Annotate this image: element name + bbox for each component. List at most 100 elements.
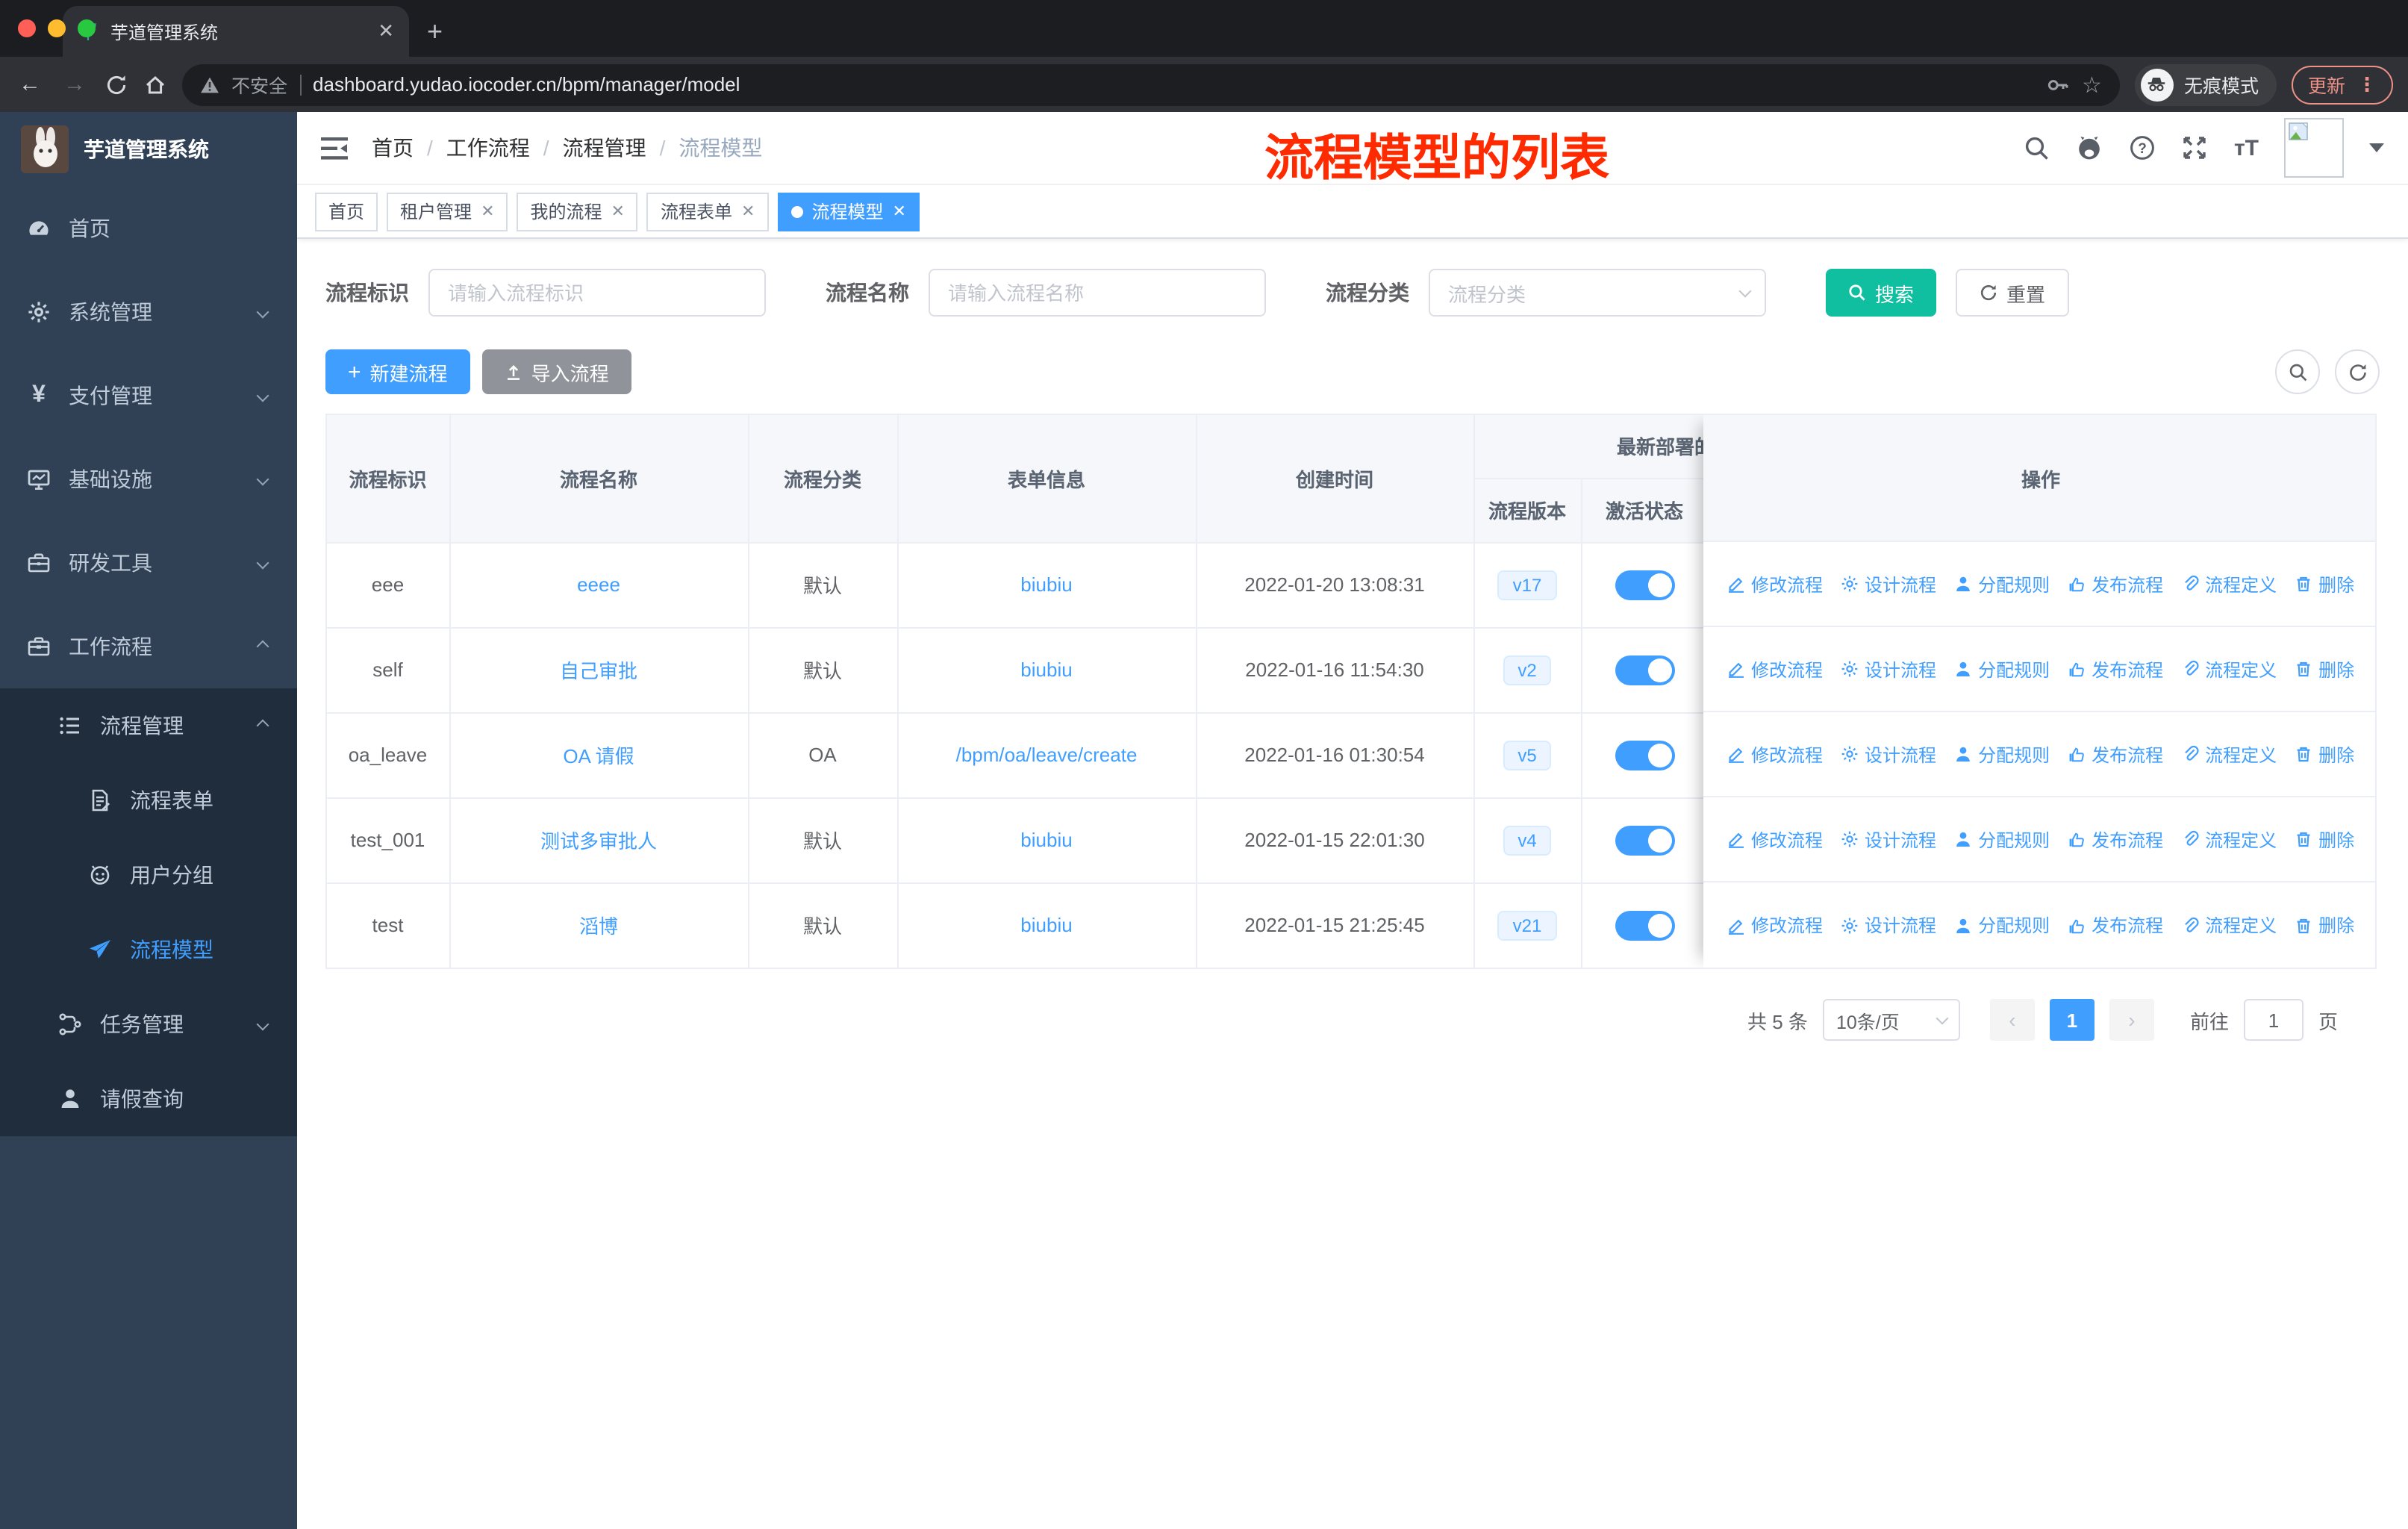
fullscreen-icon[interactable] xyxy=(2182,134,2209,161)
avatar-caret-icon[interactable] xyxy=(2369,143,2384,152)
publish-process-link[interactable]: 发布流程 xyxy=(2068,912,2163,938)
sidebar-item-payment[interactable]: ¥ 支付管理 xyxy=(0,354,297,437)
publish-process-link[interactable]: 发布流程 xyxy=(2068,656,2163,682)
process-definition-link[interactable]: 流程定义 xyxy=(2181,912,2277,938)
tag-home[interactable]: 首页 xyxy=(315,192,378,231)
browser-tab[interactable]: 芋道管理系统 ✕ xyxy=(63,6,409,57)
edit-process-link[interactable]: 修改流程 xyxy=(1727,912,1823,938)
assign-rule-link[interactable]: 分配规则 xyxy=(1954,741,2050,767)
design-process-link[interactable]: 设计流程 xyxy=(1841,571,1936,597)
design-process-link[interactable]: 设计流程 xyxy=(1841,741,1936,767)
sidebar-item-process-model[interactable]: 流程模型 xyxy=(0,912,297,987)
delete-link[interactable]: 删除 xyxy=(2295,741,2354,767)
sidebar-item-process-mgmt[interactable]: 流程管理 xyxy=(0,688,297,763)
minimize-window-button[interactable] xyxy=(48,19,66,37)
sidebar-item-leave-query[interactable]: 请假查询 xyxy=(0,1062,297,1136)
process-definition-link[interactable]: 流程定义 xyxy=(2181,741,2277,767)
sidebar-item-infra[interactable]: 基础设施 xyxy=(0,437,297,521)
publish-process-link[interactable]: 发布流程 xyxy=(2068,741,2163,767)
search-button[interactable]: 搜索 xyxy=(1826,269,1937,317)
window-controls[interactable] xyxy=(18,19,96,37)
sidebar-collapse-icon[interactable] xyxy=(297,112,372,184)
url-bar[interactable]: 不安全 dashboard.yudao.iocoder.cn/bpm/manag… xyxy=(182,63,2120,105)
reload-icon[interactable] xyxy=(105,72,128,96)
form-info-link[interactable]: biubiu xyxy=(897,542,1197,628)
delete-link[interactable]: 删除 xyxy=(2295,826,2354,852)
status-toggle[interactable] xyxy=(1615,570,1674,600)
edit-process-link[interactable]: 修改流程 xyxy=(1727,656,1823,682)
process-name-link[interactable]: 滔博 xyxy=(449,882,749,968)
breadcrumb-process-mgmt[interactable]: 流程管理 xyxy=(563,133,646,163)
warning-icon[interactable] xyxy=(200,75,219,93)
search-icon[interactable] xyxy=(2024,134,2050,161)
process-definition-link[interactable]: 流程定义 xyxy=(2181,826,2277,852)
assign-rule-link[interactable]: 分配规则 xyxy=(1954,656,2050,682)
assign-rule-link[interactable]: 分配规则 xyxy=(1954,826,2050,852)
close-window-button[interactable] xyxy=(18,19,36,37)
close-icon[interactable]: ✕ xyxy=(892,202,905,221)
new-tab-button[interactable]: + xyxy=(427,16,443,48)
edit-process-link[interactable]: 修改流程 xyxy=(1727,571,1823,597)
assign-rule-link[interactable]: 分配规则 xyxy=(1954,571,2050,597)
process-name-link[interactable]: 自己审批 xyxy=(449,627,749,713)
home-icon[interactable] xyxy=(143,72,167,96)
delete-link[interactable]: 删除 xyxy=(2295,656,2354,682)
reset-button[interactable]: 重置 xyxy=(1956,269,2070,317)
sidebar-item-devtools[interactable]: 研发工具 xyxy=(0,521,297,605)
process-key-input[interactable] xyxy=(428,269,766,317)
form-info-link[interactable]: biubiu xyxy=(897,882,1197,968)
category-select[interactable]: 流程分类 xyxy=(1429,269,1766,317)
process-name-link[interactable]: 测试多审批人 xyxy=(449,797,749,883)
browser-menu-icon[interactable]: ⋮ xyxy=(2357,72,2377,96)
process-definition-link[interactable]: 流程定义 xyxy=(2181,656,2277,682)
import-process-button[interactable]: 导入流程 xyxy=(481,349,631,394)
sidebar-item-task-mgmt[interactable]: 任务管理 xyxy=(0,987,297,1062)
github-icon[interactable] xyxy=(2076,134,2104,161)
form-info-link[interactable]: biubiu xyxy=(897,627,1197,713)
process-definition-link[interactable]: 流程定义 xyxy=(2181,571,2277,597)
sidebar-item-user-group[interactable]: 用户分组 xyxy=(0,838,297,912)
url-text[interactable]: dashboard.yudao.iocoder.cn/bpm/manager/m… xyxy=(313,73,2034,96)
status-toggle[interactable] xyxy=(1615,655,1674,685)
update-button[interactable]: 更新 ⋮ xyxy=(2291,65,2393,104)
process-name-link[interactable]: OA 请假 xyxy=(449,712,749,798)
design-process-link[interactable]: 设计流程 xyxy=(1841,826,1936,852)
next-page-button[interactable]: › xyxy=(2109,999,2154,1041)
sidebar-item-home[interactable]: 首页 xyxy=(0,187,297,270)
goto-page-input[interactable] xyxy=(2243,999,2303,1041)
bookmark-star-icon[interactable]: ☆ xyxy=(2082,71,2102,98)
sidebar-item-system[interactable]: 系统管理 xyxy=(0,270,297,354)
status-toggle[interactable] xyxy=(1615,825,1674,855)
process-name-link[interactable]: eeee xyxy=(449,542,749,628)
publish-process-link[interactable]: 发布流程 xyxy=(2068,571,2163,597)
avatar[interactable] xyxy=(2284,118,2344,178)
back-icon[interactable]: ← xyxy=(15,72,45,97)
form-info-link[interactable]: /bpm/oa/leave/create xyxy=(897,712,1197,798)
tag-process-form[interactable]: 流程表单 ✕ xyxy=(646,192,769,231)
publish-process-link[interactable]: 发布流程 xyxy=(2068,826,2163,852)
help-icon[interactable]: ? xyxy=(2130,134,2156,161)
refresh-button[interactable] xyxy=(2335,349,2380,394)
sidebar-item-workflow[interactable]: 工作流程 xyxy=(0,605,297,688)
design-process-link[interactable]: 设计流程 xyxy=(1841,912,1936,938)
sidebar-item-process-form[interactable]: 流程表单 xyxy=(0,763,297,838)
status-toggle[interactable] xyxy=(1615,740,1674,770)
page-number-button[interactable]: 1 xyxy=(2049,999,2094,1041)
process-name-input[interactable] xyxy=(929,269,1266,317)
tag-tenant-mgmt[interactable]: 租户管理 ✕ xyxy=(387,192,508,231)
edit-process-link[interactable]: 修改流程 xyxy=(1727,741,1823,767)
tag-process-model[interactable]: 流程模型 ✕ xyxy=(777,192,920,231)
breadcrumb-workflow[interactable]: 工作流程 xyxy=(446,133,530,163)
page-size-select[interactable]: 10条/页 xyxy=(1822,999,1960,1041)
close-icon[interactable]: ✕ xyxy=(481,202,494,221)
delete-link[interactable]: 删除 xyxy=(2295,571,2354,597)
delete-link[interactable]: 删除 xyxy=(2295,912,2354,938)
key-icon[interactable] xyxy=(2046,74,2070,95)
maximize-window-button[interactable] xyxy=(78,19,96,37)
font-size-icon[interactable]: тT xyxy=(2234,135,2259,161)
design-process-link[interactable]: 设计流程 xyxy=(1841,656,1936,682)
form-info-link[interactable]: biubiu xyxy=(897,797,1197,883)
prev-page-button[interactable]: ‹ xyxy=(1989,999,2035,1041)
forward-icon[interactable]: → xyxy=(60,72,90,97)
close-icon[interactable]: ✕ xyxy=(611,202,625,221)
